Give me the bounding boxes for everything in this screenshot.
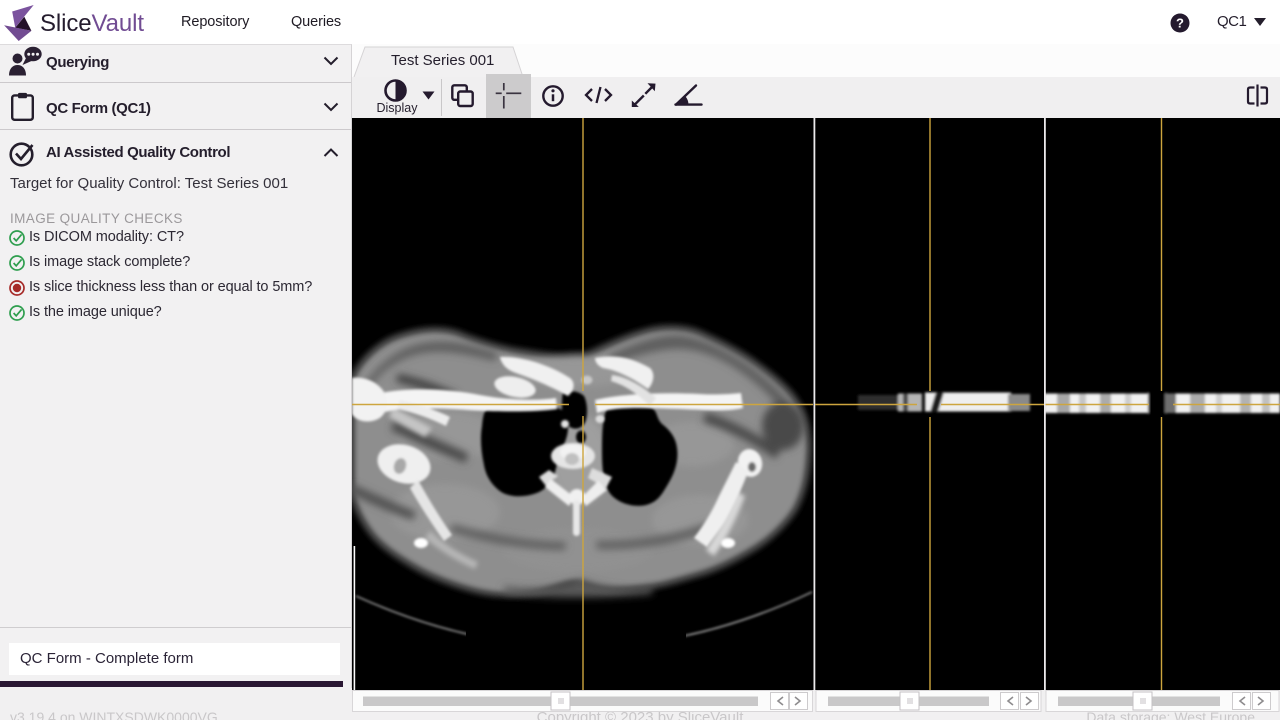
svg-text:?: ? bbox=[1176, 16, 1184, 31]
